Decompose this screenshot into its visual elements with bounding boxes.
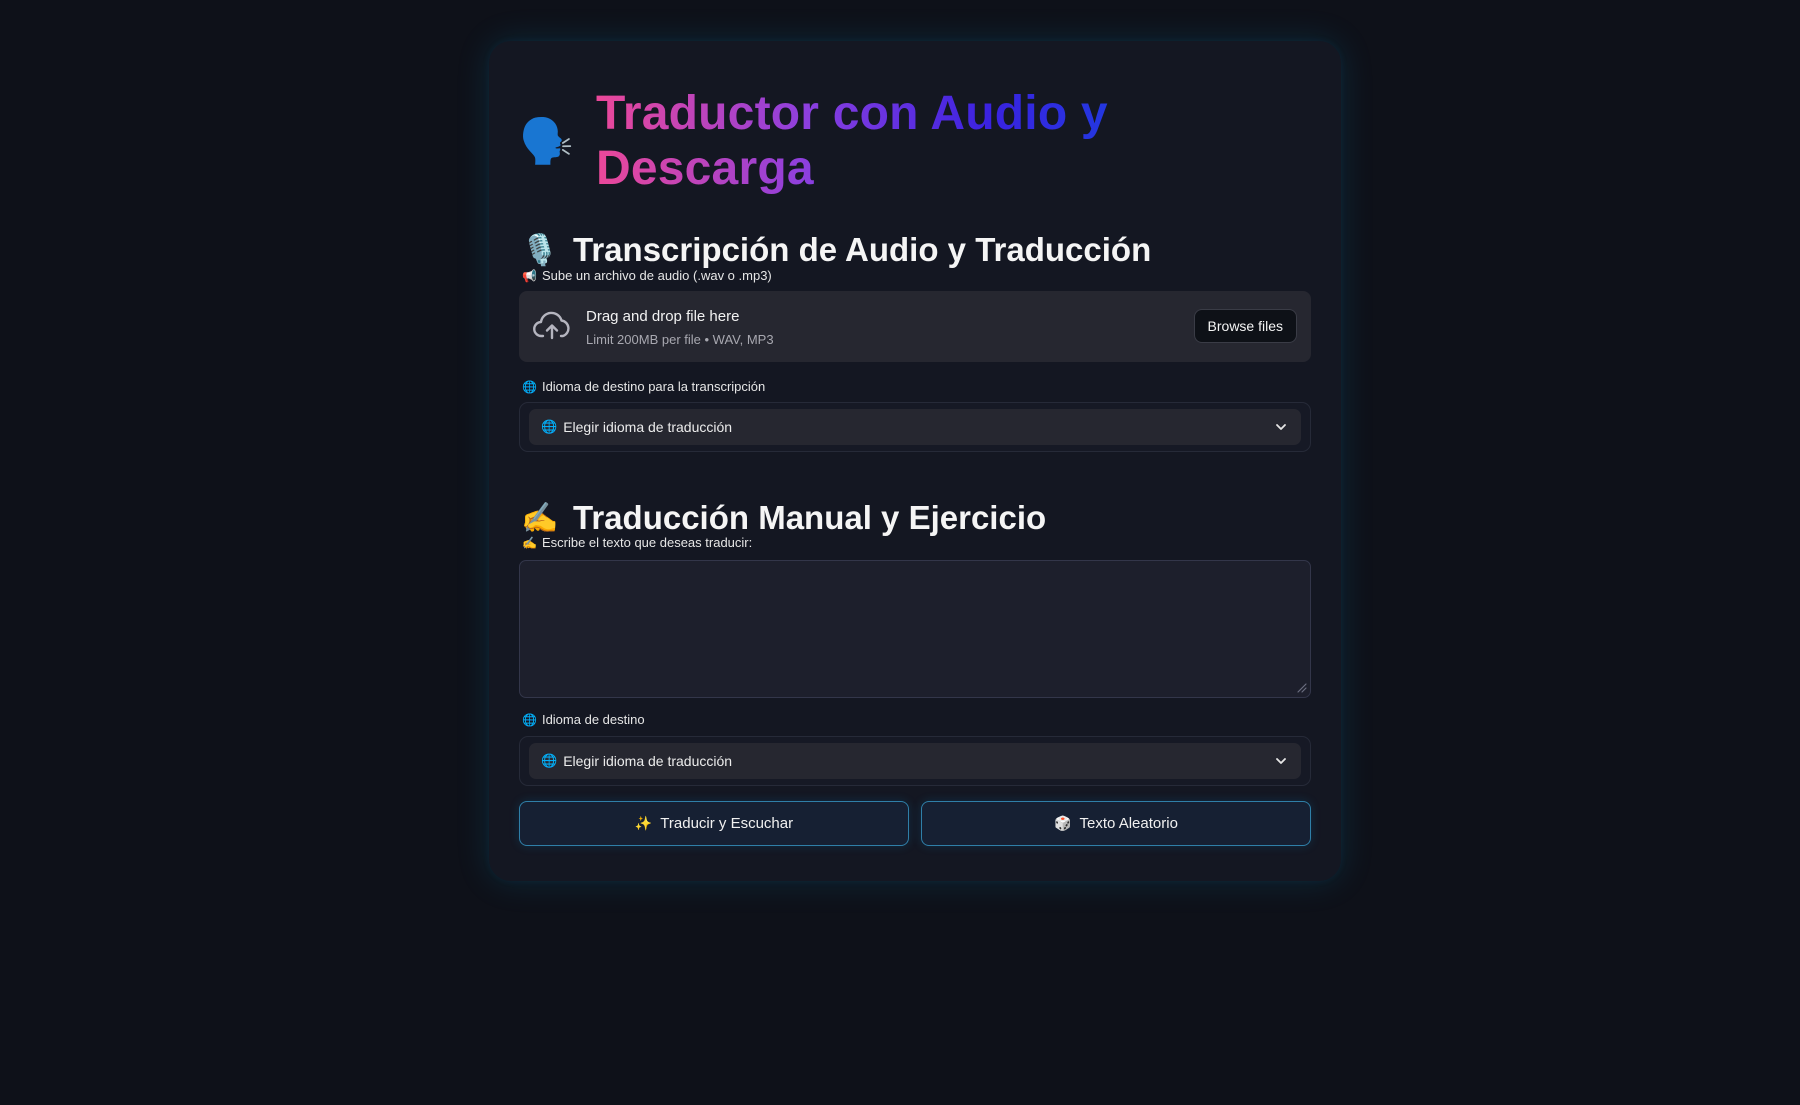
- microphone-icon: 🎙️: [521, 233, 559, 267]
- globe-icon: 🌐: [541, 753, 558, 768]
- text-input-label: ✍️ Escribe el texto que deseas traducir:: [522, 535, 752, 550]
- writing-hand-icon: ✍️: [522, 535, 537, 550]
- globe-icon: 🌐: [522, 379, 537, 394]
- upload-label: 📢 Sube un archivo de audio (.wav o .mp3): [522, 268, 772, 283]
- browse-files-button[interactable]: Browse files: [1193, 309, 1297, 343]
- file-dropzone[interactable]: Drag and drop file here Limit 200MB per …: [519, 291, 1311, 362]
- cloud-upload-icon: [533, 311, 570, 340]
- text-input-label-text: Escribe el texto que deseas traducir:: [541, 535, 753, 550]
- destination-language-label-text: Idioma de destino: [541, 712, 645, 727]
- main-card: 🗣️ Traductor con Audio y Descarga 🎙️ Tra…: [489, 41, 1341, 881]
- dice-icon: 🎲: [1054, 815, 1072, 831]
- globe-icon: 🌐: [541, 419, 558, 434]
- sparkles-icon: ✨: [634, 815, 653, 831]
- page-title: 🗣️ Traductor con Audio y Descarga: [519, 87, 1311, 195]
- random-text-label: Texto Aleatorio: [1079, 815, 1178, 832]
- manual-section-heading: ✍️ Traducción Manual y Ejercicio: [519, 499, 1046, 537]
- chevron-down-icon: [1276, 424, 1286, 430]
- destination-language-select[interactable]: 🌐 Elegir idioma de traducción: [529, 743, 1301, 779]
- dropzone-secondary-text: Limit 200MB per file • WAV, MP3: [586, 332, 774, 347]
- translation-text-input[interactable]: [519, 560, 1311, 698]
- globe-icon: 🌐: [522, 712, 537, 727]
- destination-language-select-value: Elegir idioma de traducción: [563, 753, 733, 769]
- translate-and-listen-label: Traducir y Escuchar: [660, 815, 794, 832]
- transcription-language-label: 🌐 Idioma de destino para la transcripció…: [522, 379, 765, 394]
- page-title-text: Traductor con Audio y Descarga: [596, 86, 1311, 196]
- speaking-head-icon: 🗣️: [519, 117, 574, 166]
- dropzone-primary-text: Drag and drop file here: [586, 308, 740, 325]
- transcription-language-select[interactable]: 🌐 Elegir idioma de traducción: [529, 409, 1301, 445]
- destination-language-select-container: 🌐 Elegir idioma de traducción: [519, 736, 1311, 786]
- upload-label-text: Sube un archivo de audio (.wav o .mp3): [541, 268, 772, 283]
- transcription-language-select-container: 🌐 Elegir idioma de traducción: [519, 402, 1311, 452]
- chevron-down-icon: [1276, 758, 1286, 764]
- audio-section-heading-text: Transcripción de Audio y Traducción: [573, 231, 1152, 268]
- random-text-button[interactable]: 🎲 Texto Aleatorio: [921, 801, 1311, 846]
- destination-language-label: 🌐 Idioma de destino: [522, 712, 645, 727]
- manual-section-heading-text: Traducción Manual y Ejercicio: [573, 499, 1047, 536]
- transcription-language-label-text: Idioma de destino para la transcripción: [541, 379, 766, 394]
- audio-section-heading: 🎙️ Transcripción de Audio y Traducción: [519, 231, 1151, 269]
- resize-grip-icon[interactable]: [1295, 681, 1307, 693]
- writing-hand-icon: ✍️: [521, 501, 559, 535]
- transcription-language-select-value: Elegir idioma de traducción: [563, 419, 733, 435]
- translate-and-listen-button[interactable]: ✨ Traducir y Escuchar: [519, 801, 909, 846]
- loudspeaker-icon: 📢: [522, 268, 537, 283]
